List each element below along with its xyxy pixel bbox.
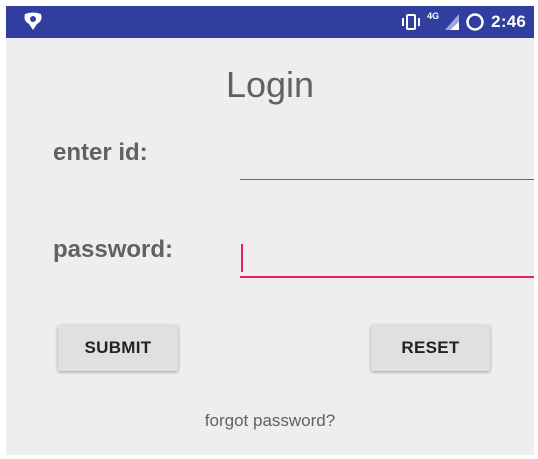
signal-icon	[445, 14, 460, 30]
id-label: enter id:	[53, 139, 148, 166]
battery-ring-icon	[466, 13, 484, 31]
status-time: 2:46	[491, 12, 526, 31]
vibrate-icon	[402, 14, 421, 30]
password-input[interactable]	[240, 238, 534, 278]
submit-button[interactable]: SUBMIT	[58, 325, 178, 371]
notification-icon	[24, 12, 42, 30]
forgot-password-link[interactable]: forgot password?	[6, 411, 534, 431]
reset-button[interactable]: RESET	[371, 325, 490, 371]
text-cursor	[241, 244, 243, 272]
network-type-label: 4G	[427, 11, 440, 21]
status-icons: 4G 2:46	[401, 6, 526, 38]
app-window: 4G 2:46 Login enter id: password: SUBMIT…	[6, 6, 534, 455]
id-input[interactable]	[240, 140, 534, 180]
password-label: password:	[53, 236, 174, 263]
page-title: Login	[225, 64, 315, 105]
status-bar: 4G 2:46	[6, 6, 534, 38]
